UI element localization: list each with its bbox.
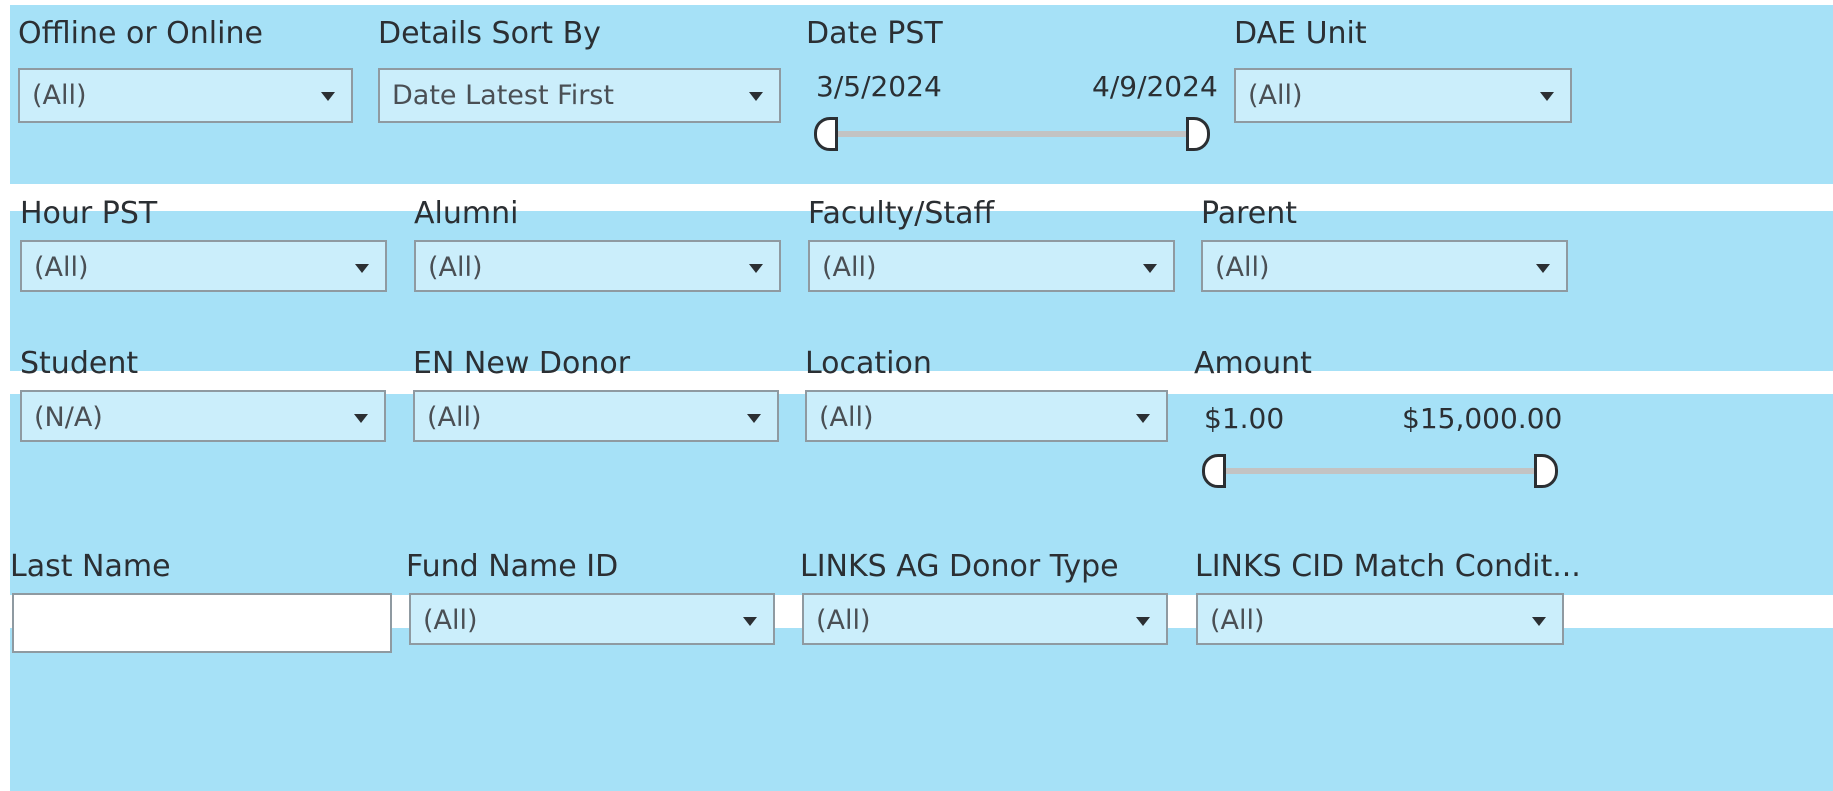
links-ag-donor-type-dropdown[interactable]: (All) <box>802 593 1168 645</box>
fund-name-id-dropdown[interactable]: (All) <box>409 593 775 645</box>
filter-label: EN New Donor <box>413 346 631 381</box>
chevron-down-icon <box>749 92 763 101</box>
amount-range-max: $15,000.00 <box>1402 402 1563 435</box>
filter-label: Date PST <box>806 16 943 51</box>
filter-label: Fund Name ID <box>406 549 619 584</box>
filter-label: DAE Unit <box>1234 16 1367 51</box>
filter-label: Student <box>20 346 139 381</box>
dropdown-value: (All) <box>1215 252 1270 283</box>
filter-label: Hour PST <box>20 196 158 231</box>
chevron-down-icon <box>355 264 369 273</box>
date-range-min: 3/5/2024 <box>816 70 942 103</box>
dropdown-value: (All) <box>32 80 87 111</box>
chevron-down-icon <box>747 414 761 423</box>
chevron-down-icon <box>321 92 335 101</box>
chevron-down-icon <box>354 414 368 423</box>
chevron-down-icon <box>743 617 757 626</box>
filter-label: Alumni <box>414 196 519 231</box>
alumni-dropdown[interactable]: (All) <box>414 240 781 292</box>
date-range-max: 4/9/2024 <box>1092 70 1218 103</box>
chevron-down-icon <box>1540 92 1554 101</box>
dropdown-value: (All) <box>34 252 89 283</box>
dropdown-value: (N/A) <box>34 402 103 433</box>
dropdown-value: (All) <box>822 252 877 283</box>
chevron-down-icon <box>1136 414 1150 423</box>
links-cid-match-dropdown[interactable]: (All) <box>1196 593 1564 645</box>
hour-pst-dropdown[interactable]: (All) <box>20 240 387 292</box>
dropdown-value: (All) <box>1210 605 1265 636</box>
student-dropdown[interactable]: (N/A) <box>20 390 386 442</box>
chevron-down-icon <box>1536 264 1550 273</box>
filter-label: LINKS CID Match Condit... <box>1195 549 1581 584</box>
faculty-staff-dropdown[interactable]: (All) <box>808 240 1175 292</box>
location-dropdown[interactable]: (All) <box>805 390 1168 442</box>
amount-range-min: $1.00 <box>1204 402 1285 435</box>
en-new-donor-dropdown[interactable]: (All) <box>413 390 779 442</box>
date-slider-min-handle[interactable] <box>814 117 838 151</box>
filter-label: Offline or Online <box>18 16 263 51</box>
offline-or-online-dropdown[interactable]: (All) <box>18 68 353 123</box>
details-sort-by-dropdown[interactable]: Date Latest First <box>378 68 781 123</box>
amount-slider-min-handle[interactable] <box>1202 454 1226 488</box>
dropdown-value: (All) <box>423 605 478 636</box>
dropdown-value: (All) <box>816 605 871 636</box>
dropdown-value: (All) <box>819 402 874 433</box>
chevron-down-icon <box>1532 617 1546 626</box>
filter-label: Amount <box>1194 346 1312 381</box>
chevron-down-icon <box>749 264 763 273</box>
amount-slider-track[interactable] <box>1216 468 1550 474</box>
last-name-input[interactable] <box>12 593 392 653</box>
dropdown-value: Date Latest First <box>392 80 614 111</box>
date-slider-track[interactable] <box>828 131 1200 137</box>
filter-label: Parent <box>1201 196 1298 231</box>
filter-label: Last Name <box>10 549 171 584</box>
dropdown-value: (All) <box>427 402 482 433</box>
filter-label: Location <box>805 346 932 381</box>
filter-label: LINKS AG Donor Type <box>800 549 1119 584</box>
dropdown-value: (All) <box>1248 80 1303 111</box>
dropdown-value: (All) <box>428 252 483 283</box>
filter-label: Details Sort By <box>378 16 601 51</box>
chevron-down-icon <box>1143 264 1157 273</box>
filter-label: Faculty/Staff <box>808 196 995 231</box>
dae-unit-dropdown[interactable]: (All) <box>1234 68 1572 123</box>
chevron-down-icon <box>1136 617 1150 626</box>
parent-dropdown[interactable]: (All) <box>1201 240 1568 292</box>
